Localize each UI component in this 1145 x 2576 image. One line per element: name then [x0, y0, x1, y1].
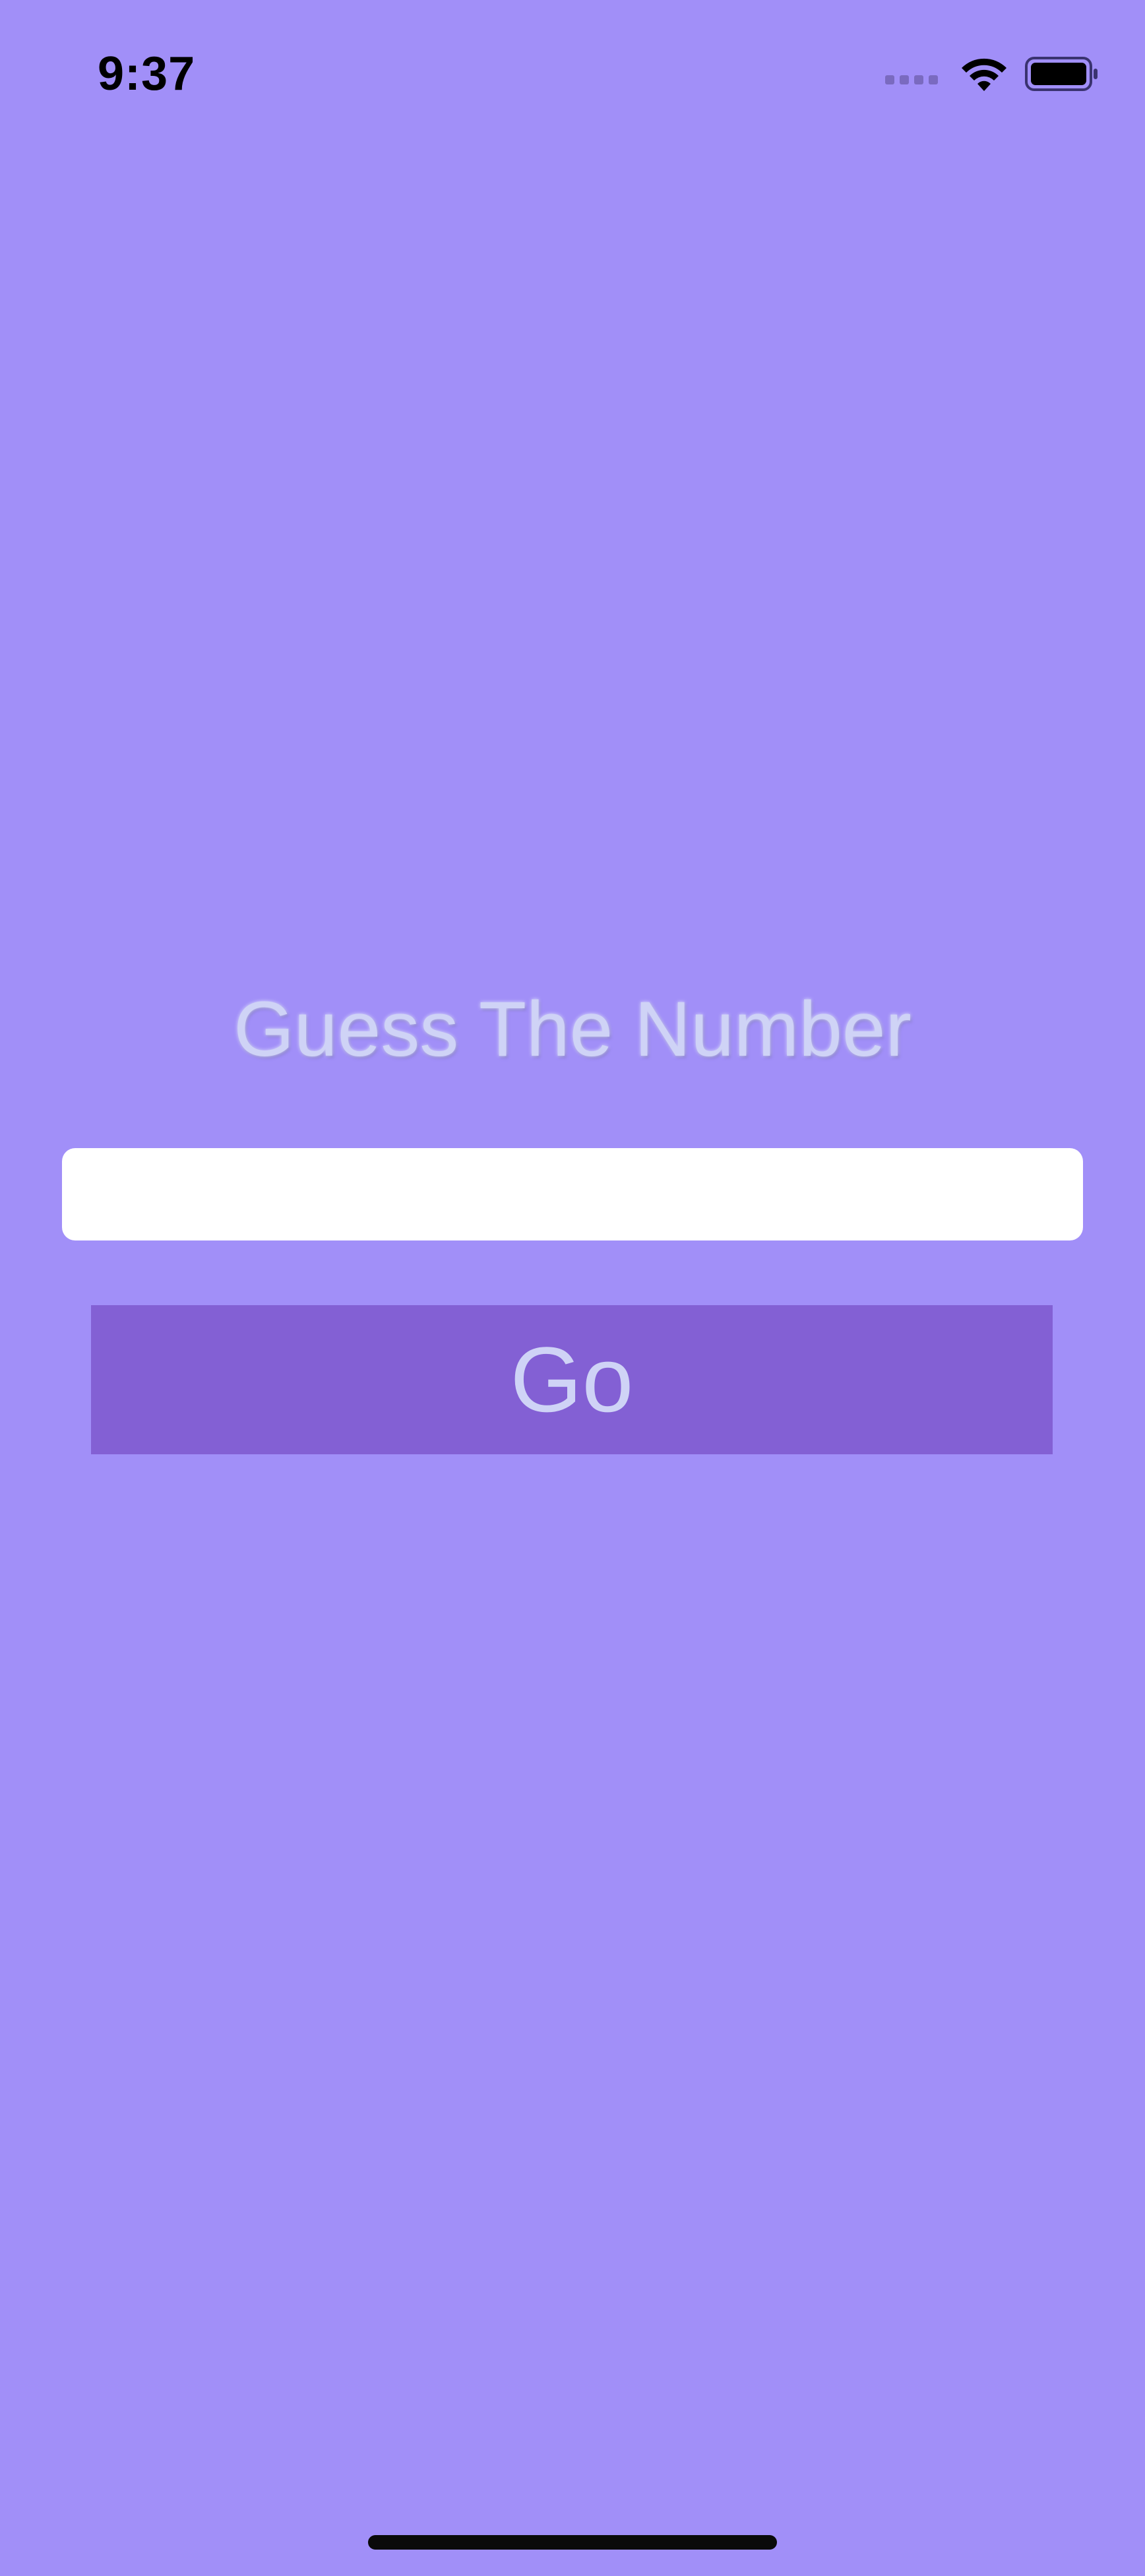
page-title: Guess The Number [233, 986, 912, 1073]
home-indicator[interactable] [368, 2535, 777, 2550]
cellular-signal-icon [885, 75, 938, 84]
battery-icon [1025, 57, 1098, 91]
status-icons [885, 54, 1099, 94]
go-button[interactable]: Go [91, 1305, 1053, 1454]
status-time: 9:37 [98, 48, 196, 100]
status-bar: 9:37 [0, 0, 1145, 132]
number-input[interactable] [62, 1148, 1083, 1240]
wifi-icon [962, 58, 1006, 91]
